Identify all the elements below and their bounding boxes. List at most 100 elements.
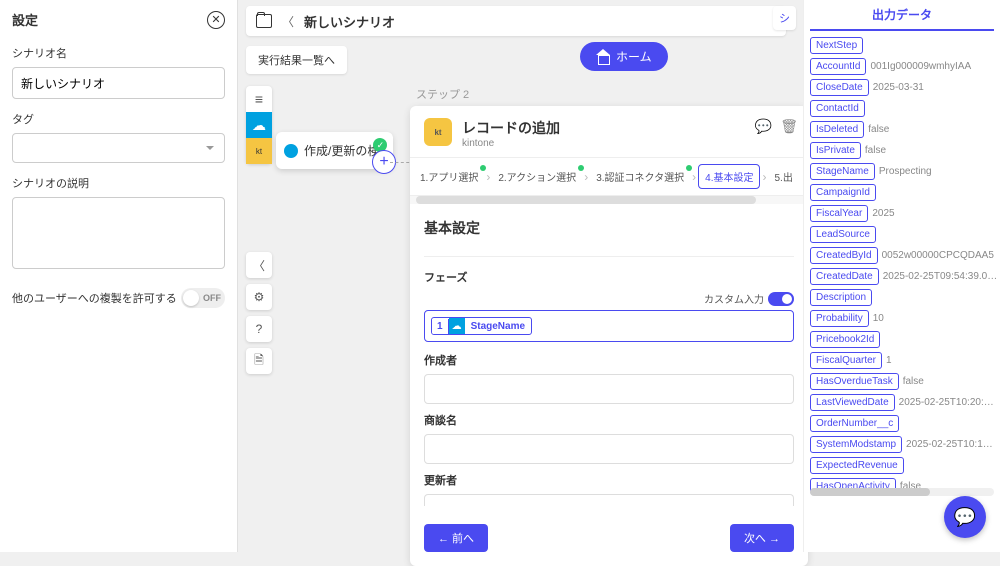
doc-icon[interactable]: 🗎 <box>246 348 272 374</box>
output-row[interactable]: IsDeleted false <box>810 119 998 140</box>
output-row[interactable]: OrderNumber__c <box>810 413 998 434</box>
card-subtitle: kintone <box>462 138 560 149</box>
output-row[interactable]: HasOverdueTaskfalse <box>810 371 998 392</box>
truncated-button[interactable]: シ <box>773 6 796 30</box>
output-row[interactable]: AccountId 001Ig000009wmhyIAA <box>810 56 998 77</box>
salesforce-pill-icon: ☁ <box>449 318 465 334</box>
custom-input-toggle[interactable] <box>768 292 794 306</box>
output-value: 001Ig000009wmhyIAA <box>870 61 998 72</box>
prev-button[interactable]: ← 前へ <box>424 524 488 552</box>
stagename-pill[interactable]: 1 ☁ StageName <box>431 317 532 335</box>
output-row[interactable]: SystemModstamp2025-02-25T10:16:34.000 <box>810 434 998 455</box>
output-row[interactable]: CreatedDate2025-02-25T09:54:39.000+0000 <box>810 266 998 287</box>
settings-panel: 設定 ✕ シナリオ名 タグ シナリオの説明 他のユーザーへの複製を許可する OF… <box>0 0 238 552</box>
tool-rail: 〈 ⚙ ? 🗎 <box>246 252 272 374</box>
output-row[interactable]: StageNameProspecting <box>810 161 998 182</box>
phase-input[interactable]: 1 ☁ StageName <box>424 310 794 342</box>
allow-copy-label: 他のユーザーへの複製を許可する <box>12 290 177 306</box>
output-key: LastViewedDate <box>810 394 895 411</box>
output-row[interactable]: Pricebook2Id <box>810 329 998 350</box>
output-row[interactable]: Description <box>810 287 998 308</box>
salesforce-icon[interactable]: ☁ <box>246 112 272 138</box>
output-value: false <box>903 376 998 387</box>
scenario-name-input[interactable] <box>12 67 225 99</box>
tab-action-select[interactable]: 2.アクション選択 <box>492 165 582 188</box>
tag-label: タグ <box>12 111 225 127</box>
output-row[interactable]: FiscalQuarter 1 <box>810 350 998 371</box>
results-link[interactable]: 実行結果一覧へ <box>246 46 347 74</box>
horizontal-scrollbar[interactable] <box>410 196 808 204</box>
back-caret-icon[interactable]: 〈 <box>282 13 294 30</box>
description-textarea[interactable] <box>12 197 225 269</box>
output-key: IsDeleted <box>810 121 864 138</box>
creator-input[interactable] <box>424 374 794 404</box>
right-scrollbar[interactable] <box>810 488 994 496</box>
home-button[interactable]: ホーム <box>580 42 668 71</box>
chevron-left-icon[interactable]: 〈 <box>246 252 272 278</box>
output-key: AccountId <box>810 58 866 75</box>
close-icon[interactable]: ✕ <box>207 11 225 29</box>
output-row[interactable]: CreatedById0052w00000CPCQDAA5 <box>810 245 998 266</box>
output-key: ContactId <box>810 100 865 117</box>
output-value: 2025 <box>872 208 998 219</box>
output-row[interactable]: LeadSource <box>810 224 998 245</box>
output-row[interactable]: ExpectedRevenue <box>810 455 998 476</box>
tab-output[interactable]: 5.出 <box>768 165 798 188</box>
output-row[interactable]: ContactId <box>810 98 998 119</box>
folder-icon[interactable] <box>256 14 272 28</box>
output-row[interactable]: CampaignId <box>810 182 998 203</box>
output-key: SystemModstamp <box>810 436 902 453</box>
output-key: FiscalQuarter <box>810 352 882 369</box>
description-label: シナリオの説明 <box>12 175 225 191</box>
trash-icon[interactable]: 🗑 <box>780 118 798 135</box>
output-value: 2025-02-25T09:54:39.000+0000 <box>883 271 998 282</box>
tag-select[interactable] <box>12 133 225 163</box>
output-key: Probability <box>810 310 869 327</box>
dealname-label: 商談名 <box>424 412 794 428</box>
output-key: Pricebook2Id <box>810 331 880 348</box>
list-icon[interactable]: ≡ <box>246 86 272 112</box>
help-icon[interactable]: ? <box>246 316 272 342</box>
chat-fab-button[interactable]: 💬 <box>944 496 986 538</box>
step1-label: 作成/更新の検 <box>304 142 379 159</box>
output-key: Description <box>810 289 872 306</box>
allow-copy-toggle[interactable]: OFF <box>181 288 225 308</box>
output-key: CampaignId <box>810 184 876 201</box>
gear-icon[interactable]: ⚙ <box>246 284 272 310</box>
output-data-panel: 出力データ NextStep AccountId 001Ig000009wmhyIA… <box>803 0 1000 552</box>
tab-auth-select[interactable]: 3.認証コネクタ選択 <box>590 165 690 188</box>
tab-basic-settings[interactable]: 4.基本設定 <box>698 164 760 189</box>
scenario-title: 新しいシナリオ <box>304 12 395 31</box>
output-row[interactable]: LastViewedDate2025-02-25T10:20:07.000+0 <box>810 392 998 413</box>
creator-label: 作成者 <box>424 352 794 368</box>
output-value: false <box>865 145 998 156</box>
section-title: 基本設定 <box>424 218 794 238</box>
output-key: StageName <box>810 163 875 180</box>
step-tabs: 1.アプリ選択 › 2.アクション選択 › 3.認証コネクタ選択 › 4.基本設… <box>410 157 808 196</box>
dealname-input[interactable] <box>424 434 794 464</box>
output-data-list[interactable]: NextStep AccountId 001Ig000009wmhyIAA Close… <box>804 31 1000 541</box>
output-key: ExpectedRevenue <box>810 457 904 474</box>
output-row[interactable]: NextStep <box>810 35 998 56</box>
tab-app-select[interactable]: 1.アプリ選択 <box>414 165 484 188</box>
output-key: CreatedById <box>810 247 878 264</box>
next-button[interactable]: 次へ → <box>730 524 794 552</box>
kintone-icon[interactable]: kt <box>246 138 272 164</box>
output-key: NextStep <box>810 37 863 54</box>
updater-label: 更新者 <box>424 472 794 488</box>
output-row[interactable]: CloseDate2025-03-31 <box>810 77 998 98</box>
chat-icon[interactable]: 💬 <box>755 118 772 135</box>
updater-input[interactable] <box>424 494 794 506</box>
title-bar: 〈 新しいシナリオ <box>246 6 786 36</box>
output-value: 10 <box>873 313 998 324</box>
output-value: 1 <box>886 355 998 366</box>
output-row[interactable]: Probability 10 <box>810 308 998 329</box>
settings-title: 設定 <box>12 10 38 29</box>
output-key: FiscalYear <box>810 205 868 222</box>
output-row[interactable]: IsPrivate false <box>810 140 998 161</box>
output-value: false <box>868 124 998 135</box>
chat-bubble-icon: 💬 <box>954 507 976 528</box>
output-row[interactable]: FiscalYear 2025 <box>810 203 998 224</box>
output-data-title: 出力データ <box>810 0 994 31</box>
output-key: IsPrivate <box>810 142 861 159</box>
